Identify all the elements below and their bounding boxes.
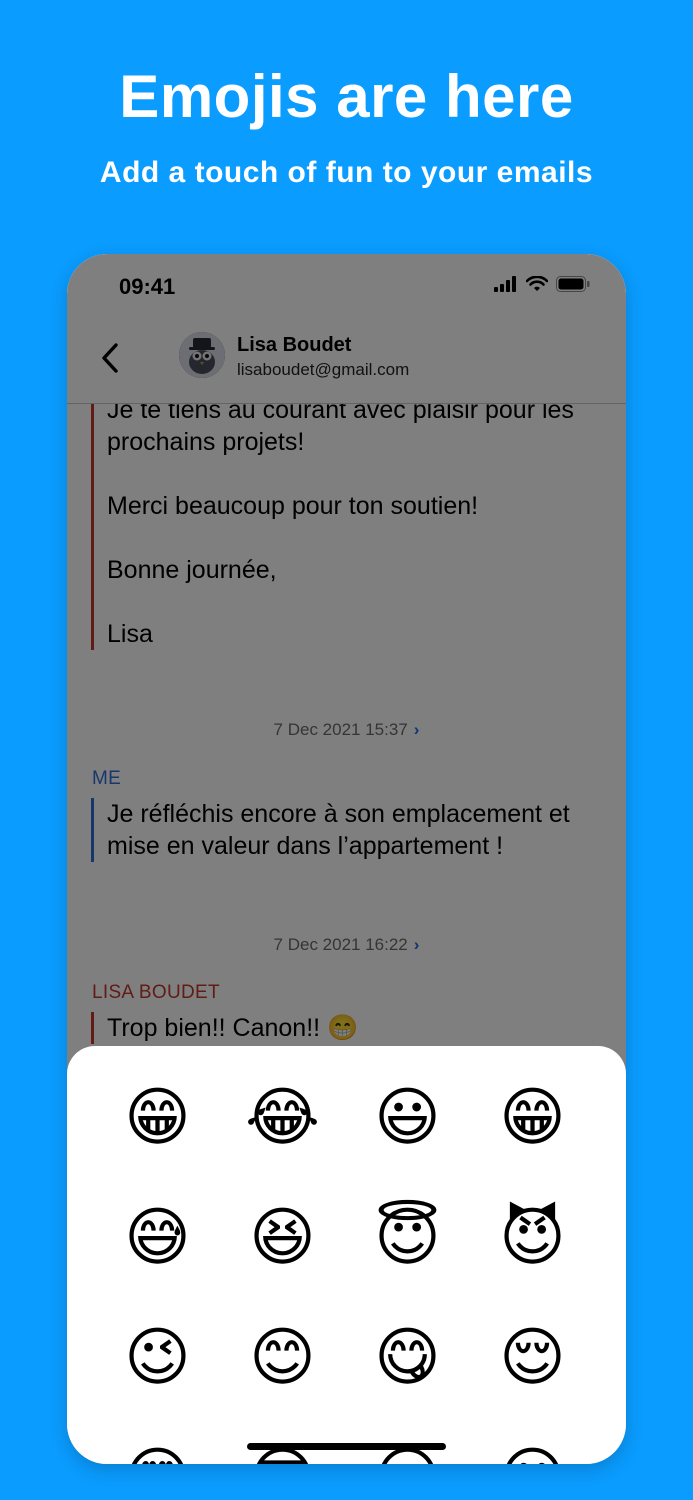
emoji-button[interactable]: 😁 bbox=[470, 1078, 595, 1158]
emoji-button[interactable]: 😐 bbox=[470, 1438, 595, 1464]
emoji-button[interactable]: 😊 bbox=[220, 1318, 345, 1398]
emoji-button[interactable]: 😂 bbox=[220, 1078, 345, 1158]
emoji-button[interactable]: 😁 bbox=[95, 1078, 220, 1158]
phone-frame: 09:41 bbox=[67, 254, 626, 1464]
emoji-grid: 😁😂😃😁😅😆😇😈😉😊😋😌😍😎😏😐 bbox=[95, 1078, 598, 1464]
emoji-button[interactable]: 😌 bbox=[470, 1318, 595, 1398]
emoji-button[interactable]: 😉 bbox=[95, 1318, 220, 1398]
hero-subtitle: Add a touch of fun to your emails bbox=[99, 156, 594, 189]
emoji-button[interactable]: 😇 bbox=[345, 1198, 470, 1278]
emoji-button[interactable]: 😆 bbox=[220, 1198, 345, 1278]
emoji-button[interactable]: 😋 bbox=[345, 1318, 470, 1398]
emoji-picker-sheet: 😁😂😃😁😅😆😇😈😉😊😋😌😍😎😏😐 bbox=[67, 1046, 626, 1464]
emoji-button[interactable]: 😅 bbox=[95, 1198, 220, 1278]
home-indicator[interactable] bbox=[247, 1443, 446, 1450]
emoji-button[interactable]: 😃 bbox=[345, 1078, 470, 1158]
emoji-button[interactable]: 😎 bbox=[220, 1438, 345, 1464]
emoji-button[interactable]: 😈 bbox=[470, 1198, 595, 1278]
hero-title: Emojis are here bbox=[119, 63, 574, 130]
mail-screen: 09:41 bbox=[67, 254, 626, 1464]
emoji-button[interactable]: 😏 bbox=[345, 1438, 470, 1464]
emoji-button[interactable]: 😍 bbox=[95, 1438, 220, 1464]
